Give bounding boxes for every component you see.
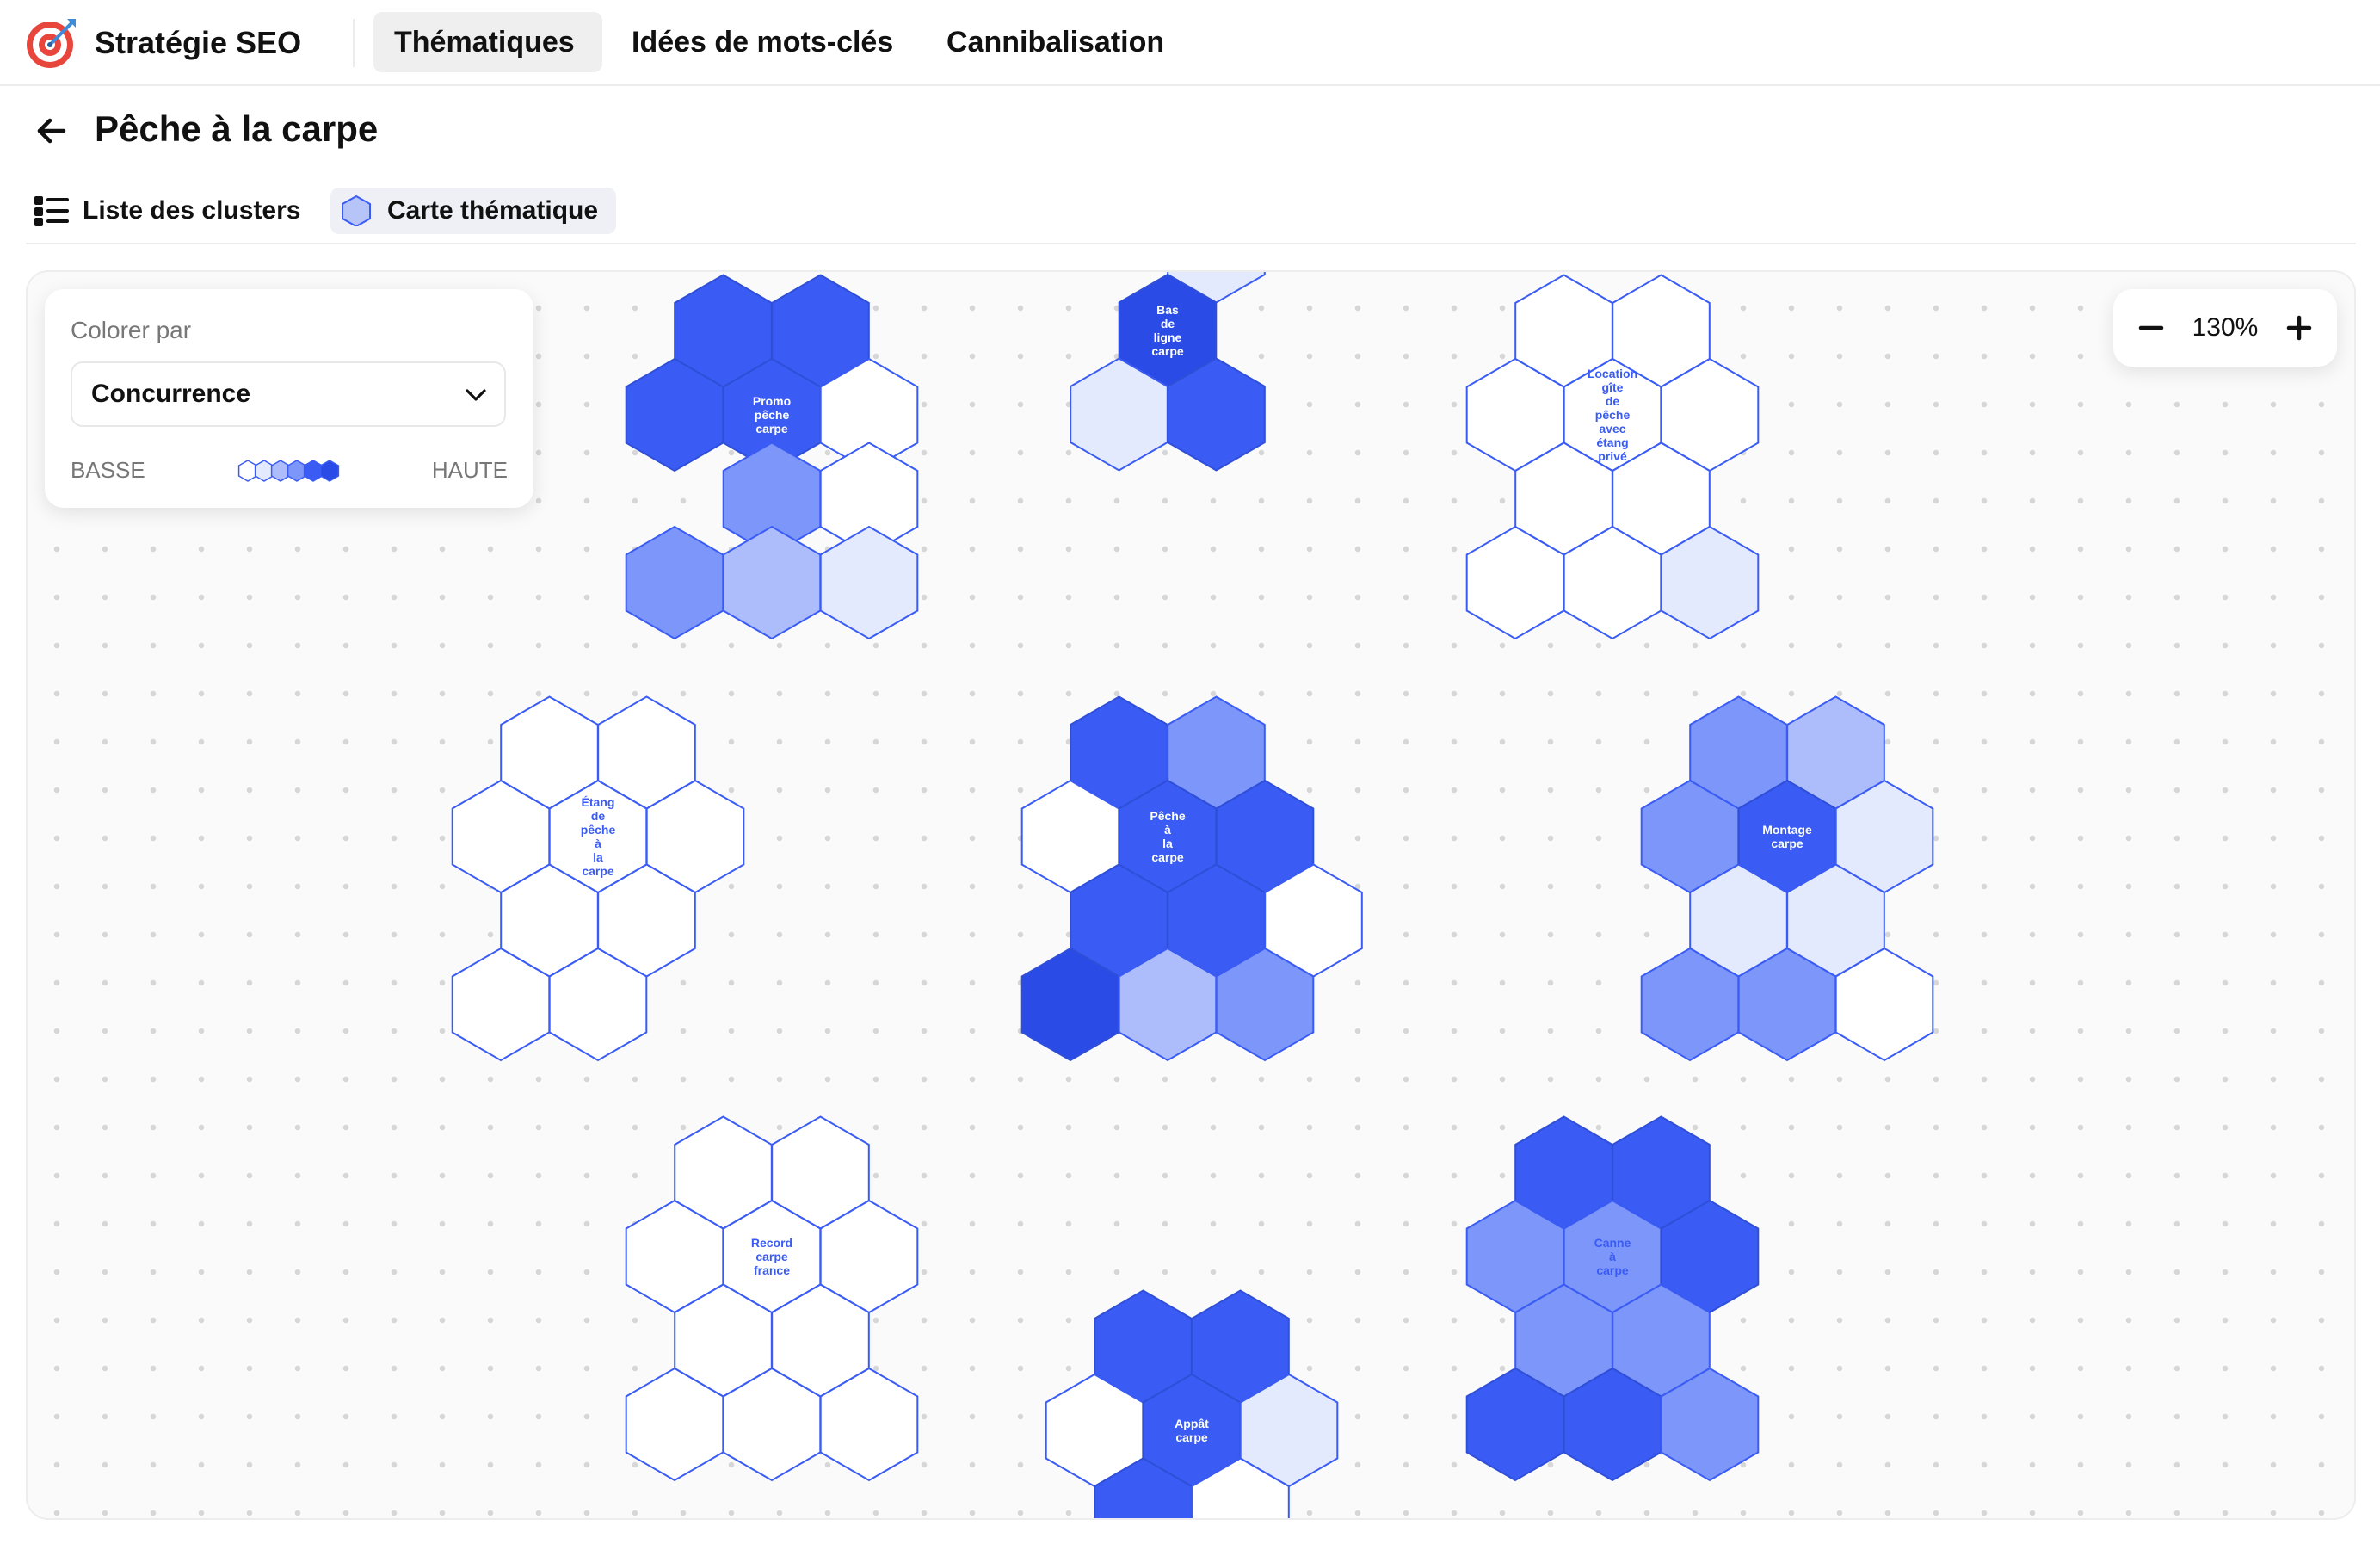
cluster-label-line: Record: [751, 1236, 792, 1250]
legend-high-label: HAUTE: [431, 457, 508, 483]
cluster-2[interactable]: Locationgîtedepêcheavecétangprivé: [1465, 274, 1760, 640]
cluster-label-line: privé: [1598, 449, 1627, 463]
cluster-label-line: carpe: [1771, 837, 1803, 850]
cluster-label-line: Pêche: [1150, 809, 1185, 823]
color-by-panel: Colorer par Concurrence BASSE HAUTE: [45, 289, 533, 508]
cluster-label-line: carpe: [1151, 344, 1184, 358]
hexagon-icon: [342, 195, 371, 226]
legend-level-swatch: [303, 460, 324, 482]
cluster-label-line: à: [595, 837, 601, 850]
list-icon: [34, 196, 69, 226]
cluster-1[interactable]: Basdelignecarpe: [1070, 270, 1266, 472]
target-icon: [27, 19, 76, 68]
zoom-out-button[interactable]: [2132, 309, 2170, 347]
view-tab-label: Liste des clusters: [83, 196, 301, 225]
cluster-label-line: pêche: [1595, 408, 1631, 422]
legend-level-swatch: [270, 460, 291, 482]
zoom-control: 130%: [2113, 289, 2337, 367]
cluster-8[interactable]: Canneàcarpe: [1465, 1115, 1760, 1482]
page-title: Pêche à la carpe: [95, 108, 379, 149]
cluster-label-line: carpe: [1175, 1430, 1208, 1444]
cluster-label-line: Étang: [582, 795, 615, 809]
cluster-label-line: Canne: [1594, 1236, 1631, 1250]
arrow-left-icon[interactable]: [31, 110, 72, 151]
zoom-in-button[interactable]: [2280, 309, 2318, 347]
view-tab-cluster-list[interactable]: Liste des clusters: [26, 188, 310, 234]
color-by-selected-value: Concurrence: [91, 380, 251, 408]
cluster-label-line: la: [593, 850, 603, 864]
cluster-label-line: Location: [1588, 367, 1637, 380]
cluster-label-line: carpe: [755, 1250, 788, 1263]
legend-level-swatch: [287, 460, 307, 482]
cluster-label-line: carpe: [1596, 1263, 1629, 1277]
hex-cell[interactable]: [819, 525, 919, 640]
color-by-select[interactable]: Concurrence: [71, 361, 506, 427]
cluster-6[interactable]: Recordcarpefrance: [625, 1115, 919, 1482]
color-scale-legend: [237, 460, 340, 482]
legend-level-swatch: [319, 460, 340, 482]
cluster-label-line: Montage: [1762, 823, 1812, 837]
zoom-level: 130%: [2192, 313, 2259, 342]
tab-cannibalisation[interactable]: Cannibalisation: [926, 12, 1184, 72]
header-divider: [26, 243, 2356, 244]
cluster-label-line: france: [754, 1263, 790, 1277]
cluster-label-line: la: [1162, 837, 1173, 850]
legend-low-label: BASSE: [71, 457, 145, 483]
cluster-label-line: carpe: [755, 422, 788, 435]
cluster-label-line: gîte: [1602, 380, 1624, 394]
cluster-3[interactable]: Étangdepêcheàlacarpe: [451, 695, 745, 1062]
cluster-4[interactable]: Pêcheàlacarpe: [1020, 695, 1363, 1062]
cluster-5[interactable]: Montagecarpe: [1640, 695, 1934, 1062]
nav-divider: [353, 19, 355, 67]
cluster-label-line: carpe: [582, 864, 614, 878]
cluster-label-line: Appât: [1175, 1417, 1209, 1430]
chevron-down-icon: [466, 389, 486, 401]
hex-cell[interactable]: [625, 525, 724, 640]
cluster-label-line: Promo: [753, 394, 791, 408]
legend-level-swatch: [254, 460, 274, 482]
cluster-7[interactable]: Appâtcarpe: [1045, 1289, 1339, 1521]
cluster-label-line: carpe: [1151, 850, 1184, 864]
tab-idees-mots-cles[interactable]: Idées de mots-clés: [611, 12, 914, 72]
tab-thematiques[interactable]: Thématiques: [373, 12, 602, 72]
cluster-label-line: de: [1606, 394, 1620, 408]
cluster-label-line: à: [1609, 1250, 1616, 1263]
cluster-label-line: avec: [1599, 422, 1625, 435]
hex-cell[interactable]: [722, 525, 822, 640]
cluster-label-line: à: [1164, 823, 1171, 837]
cluster-label-line: Bas: [1156, 303, 1179, 317]
view-tab-label: Carte thématique: [387, 196, 599, 225]
top-navigation: Stratégie SEO Thématiques Idées de mots-…: [0, 0, 2380, 86]
legend-level-swatch: [237, 460, 258, 482]
cluster-label-line: ligne: [1154, 330, 1182, 344]
view-tab-thematic-map[interactable]: Carte thématique: [330, 188, 616, 234]
color-by-title: Colorer par: [71, 317, 192, 343]
cluster-label-line: de: [1161, 317, 1175, 330]
cluster-0[interactable]: Promopêchecarpe: [625, 274, 919, 640]
cluster-label-line: de: [591, 809, 606, 823]
cluster-label-line: pêche: [755, 408, 790, 422]
app-title: Stratégie SEO: [95, 25, 302, 60]
cluster-label-line: pêche: [581, 823, 616, 837]
cluster-label-line: étang: [1596, 435, 1628, 449]
